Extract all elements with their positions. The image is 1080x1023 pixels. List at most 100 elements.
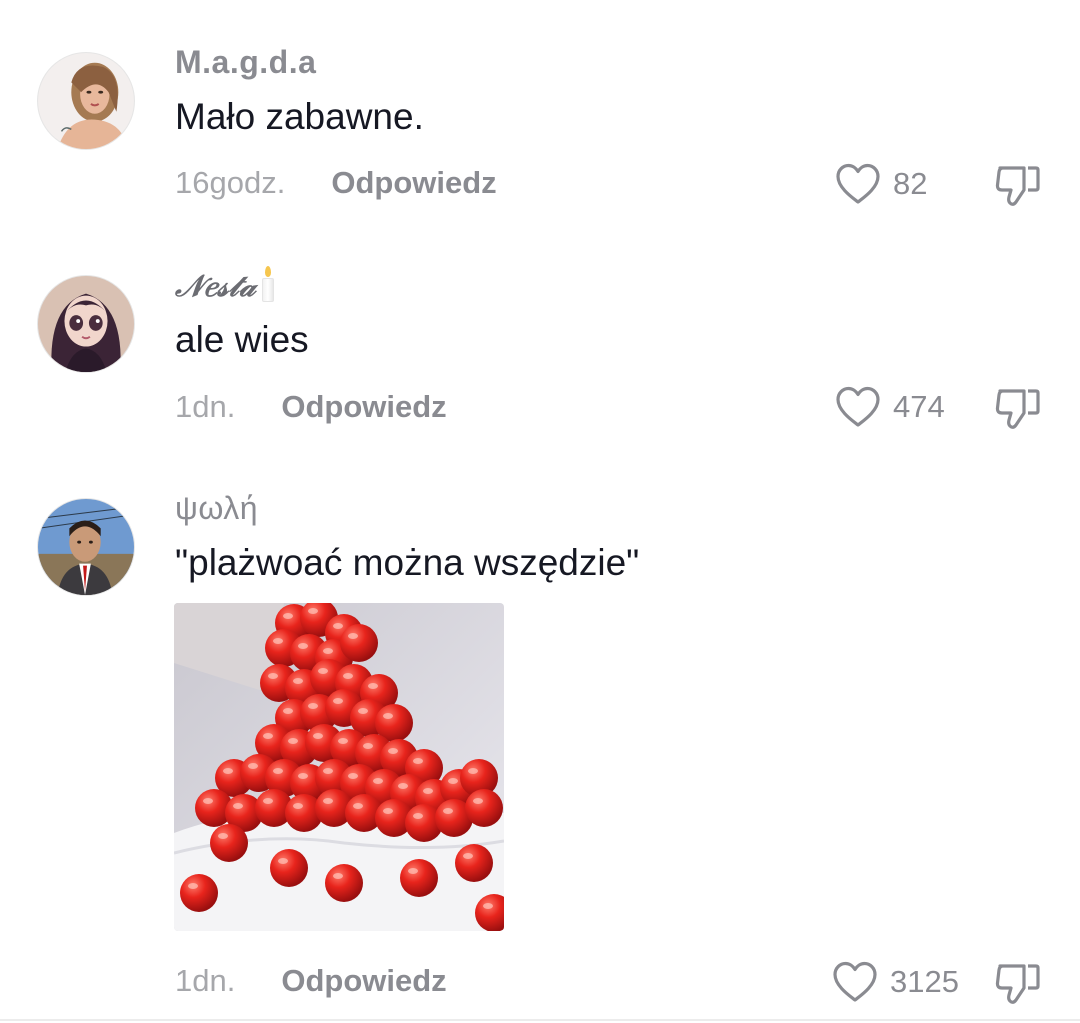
reply-button[interactable]: Odpowiedz (281, 389, 446, 425)
cherry-highlight (263, 798, 273, 804)
comment-username-text: 𝒩𝑒𝓈𝓉𝒶 (175, 270, 257, 303)
cherry-highlight (473, 798, 483, 804)
cherry-highlight (413, 813, 423, 819)
cherry-highlight (338, 738, 348, 744)
like-button[interactable]: 82 (835, 162, 927, 206)
cherry (465, 789, 503, 827)
cherry-highlight (218, 833, 228, 839)
cherry-highlight (233, 803, 243, 809)
thumbs-down-icon (995, 389, 1040, 429)
comment-time: 1dn. (175, 963, 236, 998)
avatar-image (38, 276, 134, 372)
cherry-highlight (368, 683, 378, 689)
cherry-highlight (323, 798, 333, 804)
cherry-highlight (263, 733, 273, 739)
cherry-highlight (383, 808, 393, 814)
thumbs-down-icon (995, 964, 1040, 1004)
cherry (325, 864, 363, 902)
cherry (400, 859, 438, 897)
cherry-highlight (283, 613, 293, 619)
cherry-highlight (333, 623, 343, 629)
cherry-highlight (278, 858, 288, 864)
comment-text: ale wies (175, 319, 309, 360)
cherry-highlight (323, 648, 333, 654)
cherry-highlight (468, 768, 478, 774)
comment-text: Mało zabawne. (175, 96, 424, 137)
heart-outline-icon (836, 386, 880, 427)
comment-meta: 1dn. Odpowiedz (175, 963, 447, 999)
cherry-highlight (388, 748, 398, 754)
comment-username[interactable]: M.a.g.d.a (175, 44, 316, 81)
cherry-highlight (268, 673, 278, 679)
cherry-highlight (333, 873, 343, 879)
cherry-highlight (308, 703, 318, 709)
comment-username[interactable]: 𝒩𝑒𝓈𝓉𝒶 (175, 266, 275, 304)
cherry (340, 624, 378, 662)
cherry-highlight (273, 768, 283, 774)
comment-time: 1dn. (175, 389, 236, 424)
cherry (210, 824, 248, 862)
cherry-highlight (298, 643, 308, 649)
thumbs-down-icon (995, 166, 1040, 206)
cherry-highlight (288, 738, 298, 744)
cherry-highlight (323, 768, 333, 774)
cherry-highlight (333, 698, 343, 704)
cherry (180, 874, 218, 912)
cherries-falling-on-cake-image (174, 603, 504, 931)
cherry-highlight (398, 783, 408, 789)
cherry-highlight (203, 798, 213, 804)
cherry-highlight (273, 638, 283, 644)
comment-text: "plażwoać można wszędzie" (175, 542, 640, 583)
like-count: 474 (893, 389, 945, 424)
comment-meta: 16godz. Odpowiedz (175, 165, 497, 201)
like-button[interactable]: 474 (835, 385, 945, 429)
like-button[interactable]: 3125 (832, 960, 959, 1004)
divider (0, 1019, 1080, 1021)
cherry-highlight (348, 633, 358, 639)
cherry-highlight (343, 673, 353, 679)
cherry-highlight (423, 788, 433, 794)
cherry-highlight (358, 708, 368, 714)
cherry-highlight (443, 808, 453, 814)
cherry-highlight (413, 758, 423, 764)
reply-button[interactable]: Odpowiedz (331, 165, 496, 201)
cherry-highlight (463, 853, 473, 859)
cherry (455, 844, 493, 882)
avatar[interactable] (37, 498, 135, 596)
cherry (270, 849, 308, 887)
cherry-highlight (298, 773, 308, 779)
cherry-highlight (248, 763, 258, 769)
avatar[interactable] (37, 52, 135, 150)
cherry-highlight (283, 708, 293, 714)
comment-meta: 1dn. Odpowiedz (175, 389, 447, 425)
cherry-highlight (448, 778, 458, 784)
cherry-highlight (188, 883, 198, 889)
cherry-highlight (308, 608, 318, 614)
cherry-highlight (383, 713, 393, 719)
comment-time: 16godz. (175, 165, 286, 200)
cherry-highlight (313, 733, 323, 739)
heart-outline-icon (833, 961, 877, 1002)
reply-button[interactable]: Odpowiedz (281, 963, 446, 999)
cherry-highlight (408, 868, 418, 874)
cherry-highlight (293, 803, 303, 809)
cherry-highlight (373, 778, 383, 784)
cherry-highlight (363, 743, 373, 749)
cherry-highlight (353, 803, 363, 809)
cherry-highlight (293, 678, 303, 684)
comment-image-attachment[interactable] (174, 603, 504, 931)
avatar-image (38, 499, 134, 595)
avatar-image (38, 53, 134, 149)
dislike-button[interactable] (992, 960, 1044, 1006)
like-count: 82 (893, 166, 928, 201)
comment-username[interactable]: ψωλή (175, 490, 258, 527)
heart-outline-icon (836, 163, 880, 204)
like-count: 3125 (890, 964, 959, 999)
cherry-highlight (223, 768, 233, 774)
dislike-button[interactable] (992, 385, 1044, 431)
cherry-highlight (318, 668, 328, 674)
dislike-button[interactable] (992, 162, 1044, 208)
avatar[interactable] (37, 275, 135, 373)
candle-emoji (262, 266, 275, 302)
cherry-highlight (348, 773, 358, 779)
